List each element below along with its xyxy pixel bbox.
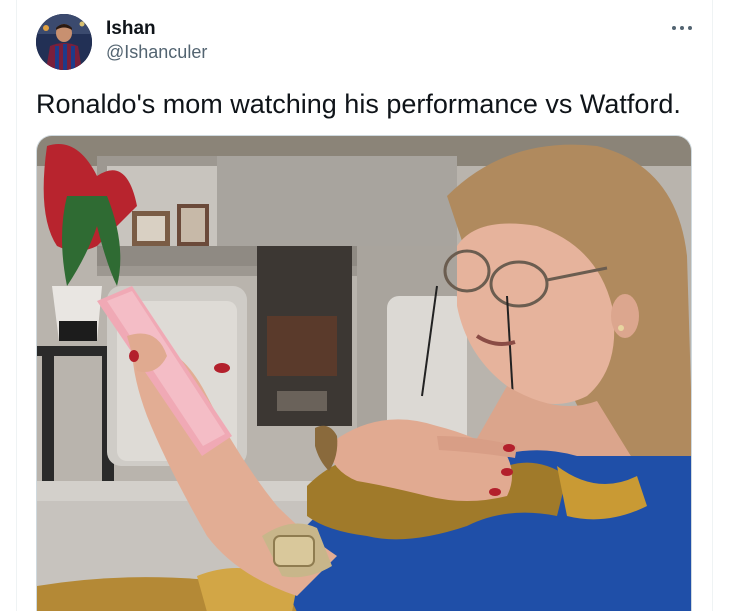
tweet-media[interactable] [36, 135, 692, 611]
more-options-button[interactable] [668, 16, 696, 40]
author-display-name[interactable]: Ishan [106, 18, 156, 40]
author-avatar[interactable] [36, 14, 92, 70]
timeline-right-border [712, 0, 713, 611]
timeline-left-border [16, 0, 17, 611]
tweet-photo [37, 136, 691, 611]
tweet-text: Ronaldo's mom watching his performance v… [36, 89, 681, 119]
avatar-image [36, 14, 92, 70]
author-handle[interactable]: @Ishanculer [106, 41, 207, 63]
more-options-icon [672, 26, 692, 30]
tweet-page: Ishan @Ishanculer Ronaldo's mom watching… [0, 0, 750, 611]
